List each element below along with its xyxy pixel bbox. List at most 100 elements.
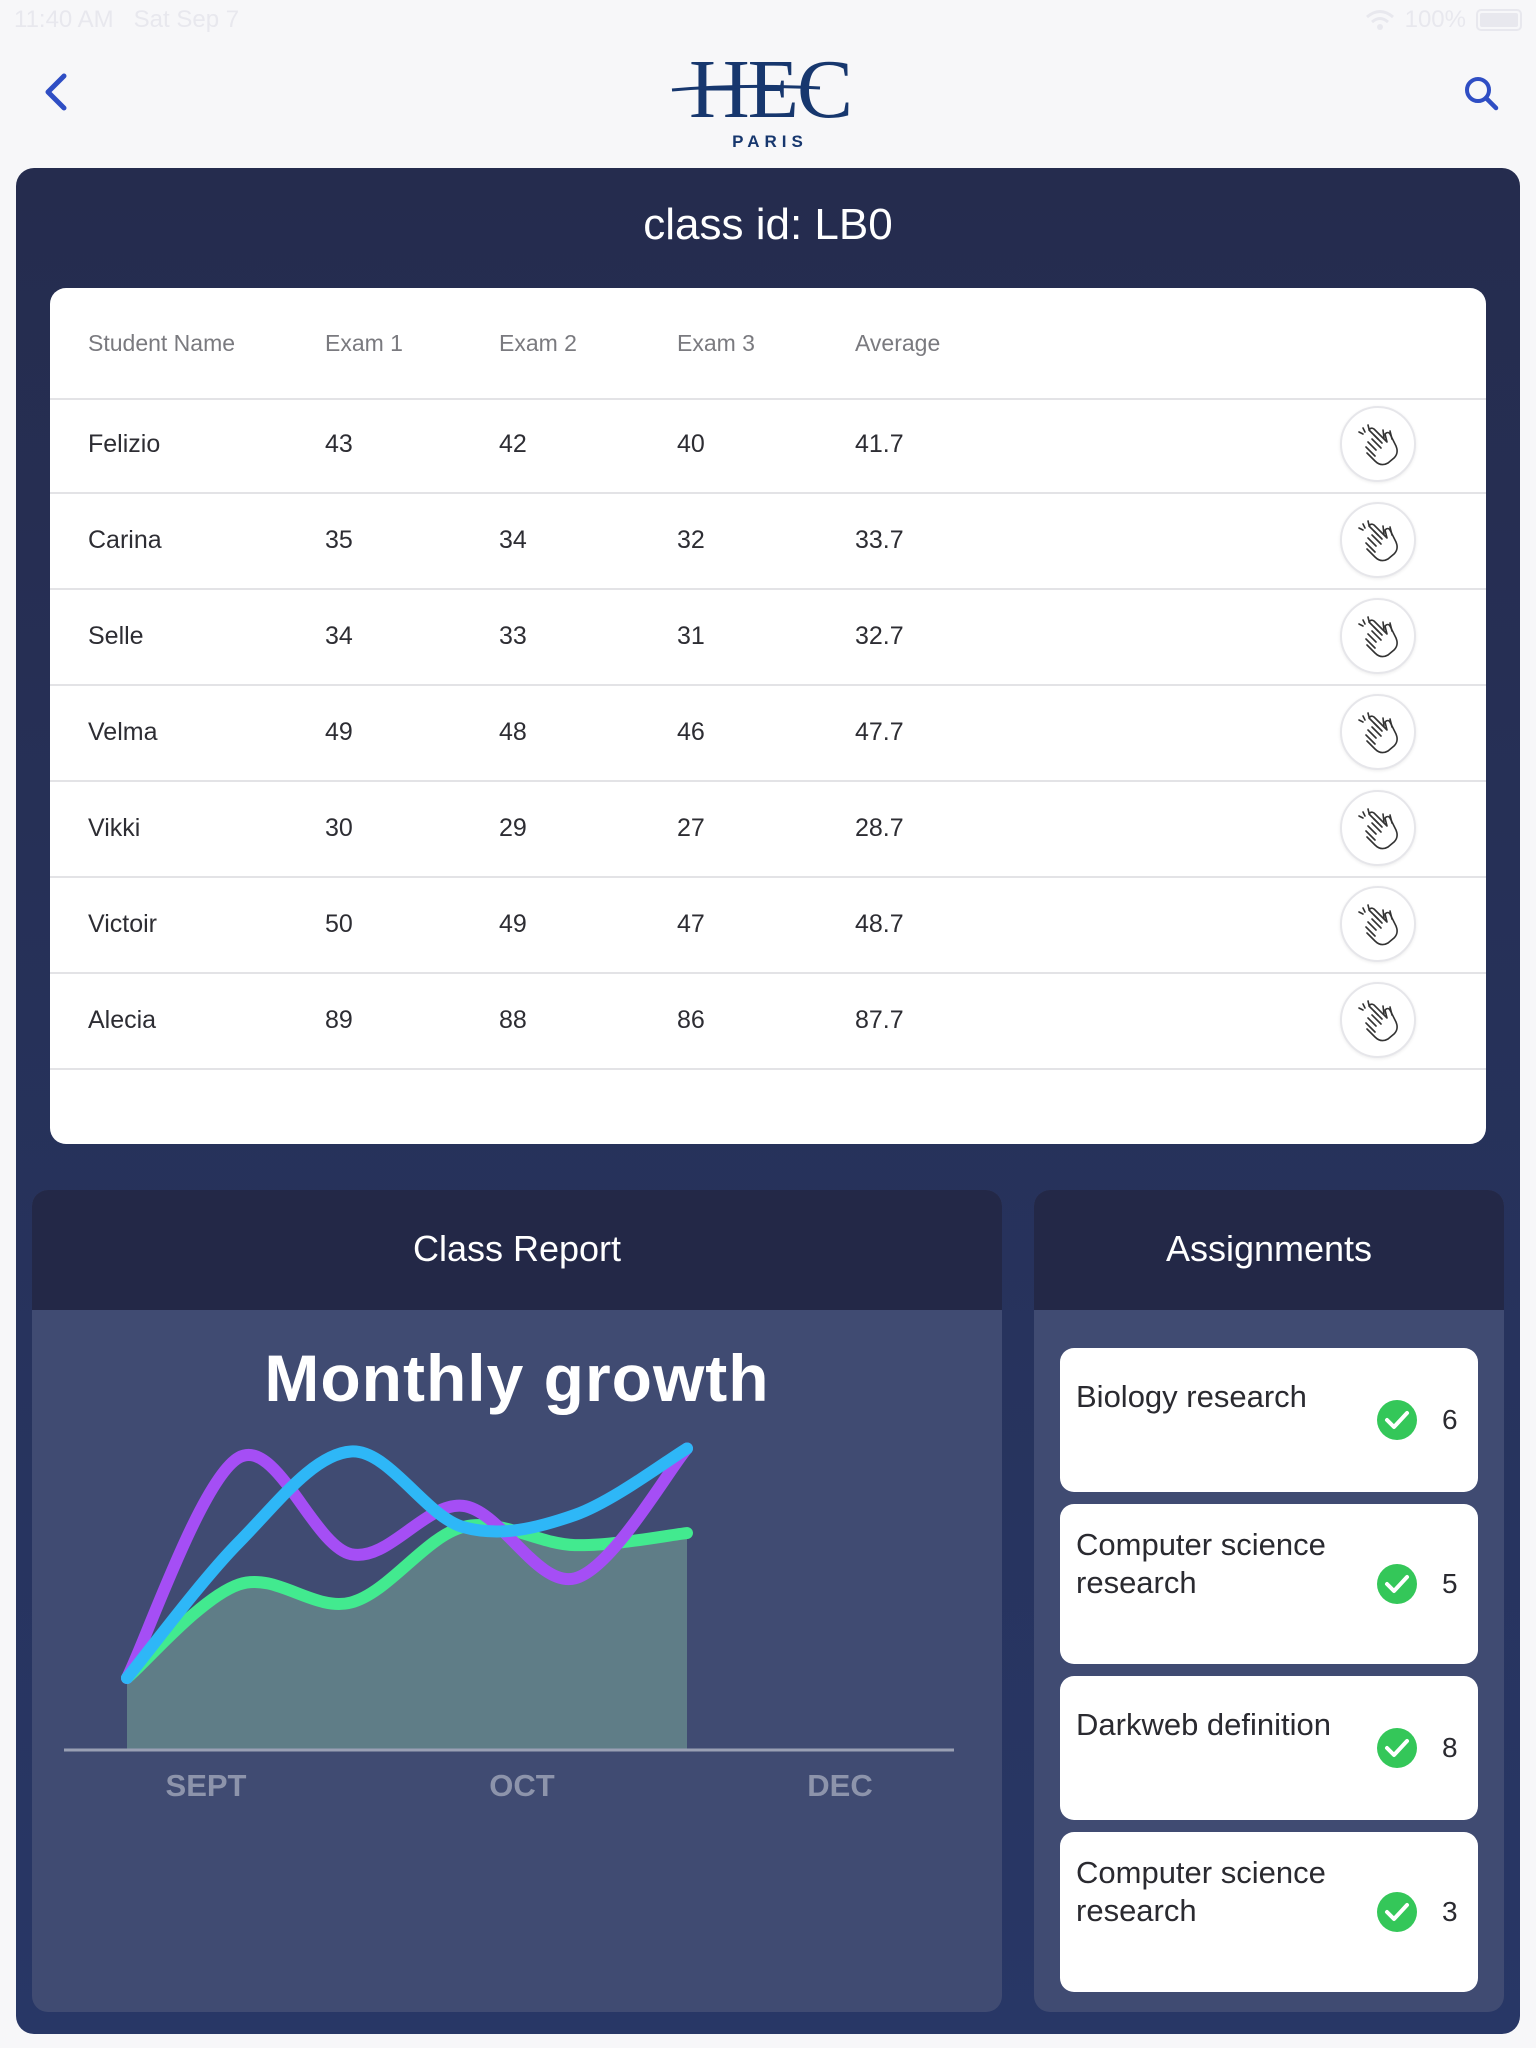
x-tick-label: SEPT: [166, 1768, 247, 1803]
cell-exam3: 27: [677, 814, 705, 842]
status-indicators: 100%: [1365, 6, 1522, 34]
assignments-header: Assignments: [1034, 1190, 1504, 1310]
logo-sub-text: PARIS: [732, 132, 808, 151]
wifi-icon: [1365, 10, 1394, 30]
assignments-title: Assignments: [1165, 1228, 1373, 1269]
cell-average: 48.7: [855, 910, 904, 938]
column-header-exam-3: Exam 3: [677, 330, 755, 356]
cell-name: Selle: [88, 622, 144, 650]
class-panel: class id: LB0 Student Name Exam 1 Exam 2…: [16, 168, 1520, 2034]
table-header: Student Name Exam 1 Exam 2 Exam 3 Averag…: [50, 288, 1486, 400]
column-header-student-name: Student Name: [88, 330, 236, 356]
assignment-item[interactable]: Darkweb definition 8: [1060, 1676, 1478, 1820]
clapping-hands-icon: [1358, 424, 1398, 466]
clap-button[interactable]: [1340, 790, 1416, 866]
nav-bar: HEC PARIS: [0, 40, 1536, 170]
assignment-item[interactable]: Computer science research 3: [1060, 1832, 1478, 1992]
clapping-hands-icon: [1358, 1000, 1398, 1042]
assignment-title: Computer science research: [1076, 1855, 1326, 1928]
hec-paris-logo: HEC PARIS: [670, 48, 870, 151]
cell-exam3: 86: [677, 1006, 705, 1034]
cell-exam1: 89: [325, 1006, 353, 1034]
assignment-title: Biology research: [1076, 1379, 1307, 1414]
check-circle-icon: [1377, 1400, 1417, 1440]
cell-exam1: 43: [325, 430, 353, 458]
cell-average: 87.7: [855, 1006, 904, 1034]
cell-exam3: 31: [677, 622, 705, 650]
clap-button[interactable]: [1340, 982, 1416, 1058]
cell-exam1: 49: [325, 718, 353, 746]
clap-button[interactable]: [1340, 598, 1416, 674]
cell-average: 41.7: [855, 430, 904, 458]
cell-exam1: 35: [325, 526, 353, 554]
assignment-count: 3: [1442, 1896, 1458, 1927]
clapping-hands-icon: [1358, 904, 1398, 946]
cell-average: 47.7: [855, 718, 904, 746]
cell-exam2: 42: [499, 430, 527, 458]
x-tick-label: OCT: [489, 1768, 555, 1803]
cell-exam2: 49: [499, 910, 527, 938]
table-row: Vikki 30 29 27 28.7: [50, 782, 1486, 878]
search-icon[interactable]: [1458, 70, 1506, 118]
column-header-average: Average: [855, 330, 941, 356]
clapping-hands-icon: [1358, 808, 1398, 850]
cell-exam3: 32: [677, 526, 705, 554]
clap-button[interactable]: [1340, 502, 1416, 578]
column-header-exam-1: Exam 1: [325, 330, 403, 356]
cell-exam3: 40: [677, 430, 705, 458]
assignment-item[interactable]: Computer science research 5: [1060, 1504, 1478, 1664]
check-circle-icon: [1377, 1728, 1417, 1768]
table-row: Victoir 50 49 47 48.7: [50, 878, 1486, 974]
status-bar: 11:40 AM Sat Sep 7 100%: [0, 0, 1536, 40]
cell-average: 32.7: [855, 622, 904, 650]
clapping-hands-icon: [1358, 616, 1398, 658]
cell-name: Felizio: [88, 430, 161, 458]
table-row: Selle 34 33 31 32.7: [50, 590, 1486, 686]
assignment-title: Darkweb definition: [1076, 1707, 1332, 1742]
table-row: Felizio 43 42 40 41.7: [50, 398, 1486, 494]
table-row: Alecia 89 88 86 87.7: [50, 974, 1486, 1070]
monthly-growth-chart: SEPT OCT DEC: [64, 1442, 954, 1803]
cell-exam2: 48: [499, 718, 527, 746]
cell-exam1: 50: [325, 910, 353, 938]
cell-name: Victoir: [88, 910, 158, 938]
status-time: 11:40 AM: [14, 6, 114, 33]
clapping-hands-icon: [1358, 520, 1398, 562]
table-row: Velma 49 48 46 47.7: [50, 686, 1486, 782]
assignment-count: 8: [1442, 1732, 1458, 1763]
cell-name: Carina: [88, 526, 162, 554]
cell-exam3: 47: [677, 910, 705, 938]
battery-icon: [1476, 9, 1522, 31]
check-circle-icon: [1377, 1892, 1417, 1932]
cell-exam2: 29: [499, 814, 527, 842]
check-circle-icon: [1377, 1564, 1417, 1604]
column-header-exam-2: Exam 2: [499, 330, 577, 356]
cell-average: 33.7: [855, 526, 904, 554]
class-report-card: Class Report Monthly growth SEPT OCT DEC: [32, 1190, 1002, 2012]
assignment-title: Computer science research: [1076, 1527, 1326, 1600]
battery-percent: 100%: [1404, 6, 1466, 33]
clap-button[interactable]: [1340, 694, 1416, 770]
clapping-hands-icon: [1358, 712, 1398, 754]
clap-button[interactable]: [1340, 886, 1416, 962]
class-id-title: class id: LB0: [643, 200, 893, 249]
cell-exam2: 34: [499, 526, 527, 554]
chevron-left-icon[interactable]: [36, 70, 80, 114]
cell-exam2: 33: [499, 622, 527, 650]
table-row: Carina 35 34 32 33.7: [50, 494, 1486, 590]
assignments-card: Assignments Biology research 6 Computer sc…: [1034, 1190, 1504, 2012]
status-time-date: 11:40 AM Sat Sep 7: [14, 6, 239, 34]
cell-name: Vikki: [88, 814, 141, 842]
assignment-count: 5: [1442, 1568, 1458, 1599]
status-date: Sat Sep 7: [133, 6, 240, 33]
x-tick-label: DEC: [807, 1768, 872, 1803]
cell-average: 28.7: [855, 814, 904, 842]
assignment-item[interactable]: Biology research 6: [1060, 1348, 1478, 1492]
cell-exam1: 34: [325, 622, 353, 650]
cell-exam2: 88: [499, 1006, 527, 1034]
cell-exam3: 46: [677, 718, 705, 746]
cell-name: Velma: [88, 718, 158, 746]
assignment-count: 6: [1442, 1404, 1458, 1435]
cell-exam1: 30: [325, 814, 353, 842]
clap-button[interactable]: [1340, 406, 1416, 482]
